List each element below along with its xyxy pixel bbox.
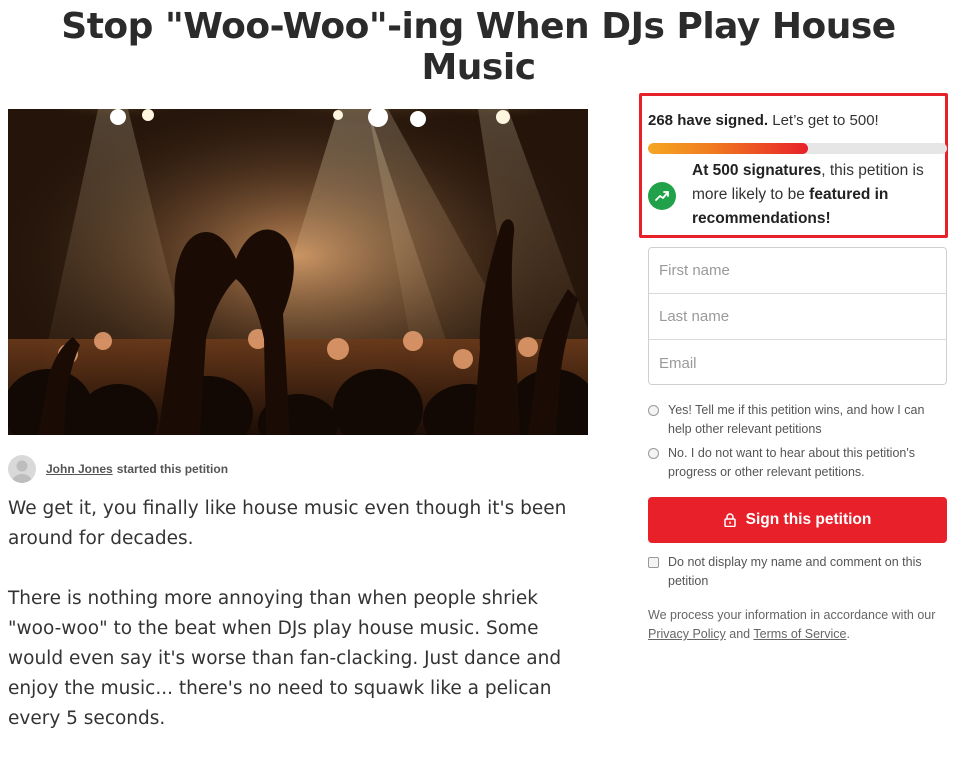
signature-progress-fill [648, 143, 809, 154]
opt-in-option[interactable]: Yes! Tell me if this petition wins, and … [648, 401, 947, 439]
petition-description: We get it, you finally like house music … [8, 494, 588, 764]
privacy-and: and [725, 627, 754, 641]
signer-fields [648, 247, 947, 385]
description-paragraph: There is nothing more annoying than when… [8, 588, 562, 729]
opt-out-option[interactable]: No. I do not want to hear about this pet… [648, 444, 947, 482]
petition-starter: John Jones started this petition [8, 455, 228, 483]
last-name-field[interactable] [649, 294, 946, 340]
lock-icon [723, 513, 736, 527]
opt-out-label: No. I do not want to hear about this pet… [668, 446, 915, 479]
opt-in-label: Yes! Tell me if this petition wins, and … [668, 403, 925, 436]
signature-progress-bar [648, 143, 947, 154]
privacy-policy-link[interactable]: Privacy Policy [648, 627, 726, 641]
starter-name-link[interactable]: John Jones [46, 462, 113, 476]
page-title: Stop "Woo-Woo"-ing When DJs Play House M… [61, 6, 896, 88]
privacy-suffix: . [846, 627, 850, 641]
hero-image [8, 109, 588, 435]
description-paragraph: We get it, you finally like house music … [8, 498, 567, 549]
opt-out-radio[interactable] [648, 448, 659, 459]
terms-of-service-link[interactable]: Terms of Service [753, 627, 846, 641]
sign-button-label: Sign this petition [745, 511, 872, 528]
hide-name-label: Do not display my name and comment on th… [668, 555, 922, 588]
email-field[interactable] [649, 340, 946, 384]
featured-goal-message: At 500 signatures, this petition is more… [692, 159, 942, 231]
opt-in-radio[interactable] [648, 405, 659, 416]
privacy-prefix: We process your information in accordanc… [648, 608, 936, 622]
trending-up-icon [648, 182, 676, 210]
signature-goal-text: Let’s get to 500! [772, 112, 879, 129]
sign-petition-button[interactable]: Sign this petition [648, 497, 947, 543]
privacy-notice: We process your information in accordanc… [648, 606, 953, 644]
signature-count-bold: 268 have signed. [648, 112, 769, 129]
hide-name-checkbox[interactable] [648, 557, 659, 568]
goal-bold: At 500 signatures [692, 162, 822, 179]
hide-name-option[interactable]: Do not display my name and comment on th… [648, 553, 947, 591]
signature-count: 268 have signed. Let’s get to 500! [648, 112, 879, 129]
first-name-field[interactable] [649, 248, 946, 294]
starter-suffix: started this petition [116, 462, 229, 476]
avatar[interactable] [8, 455, 36, 483]
